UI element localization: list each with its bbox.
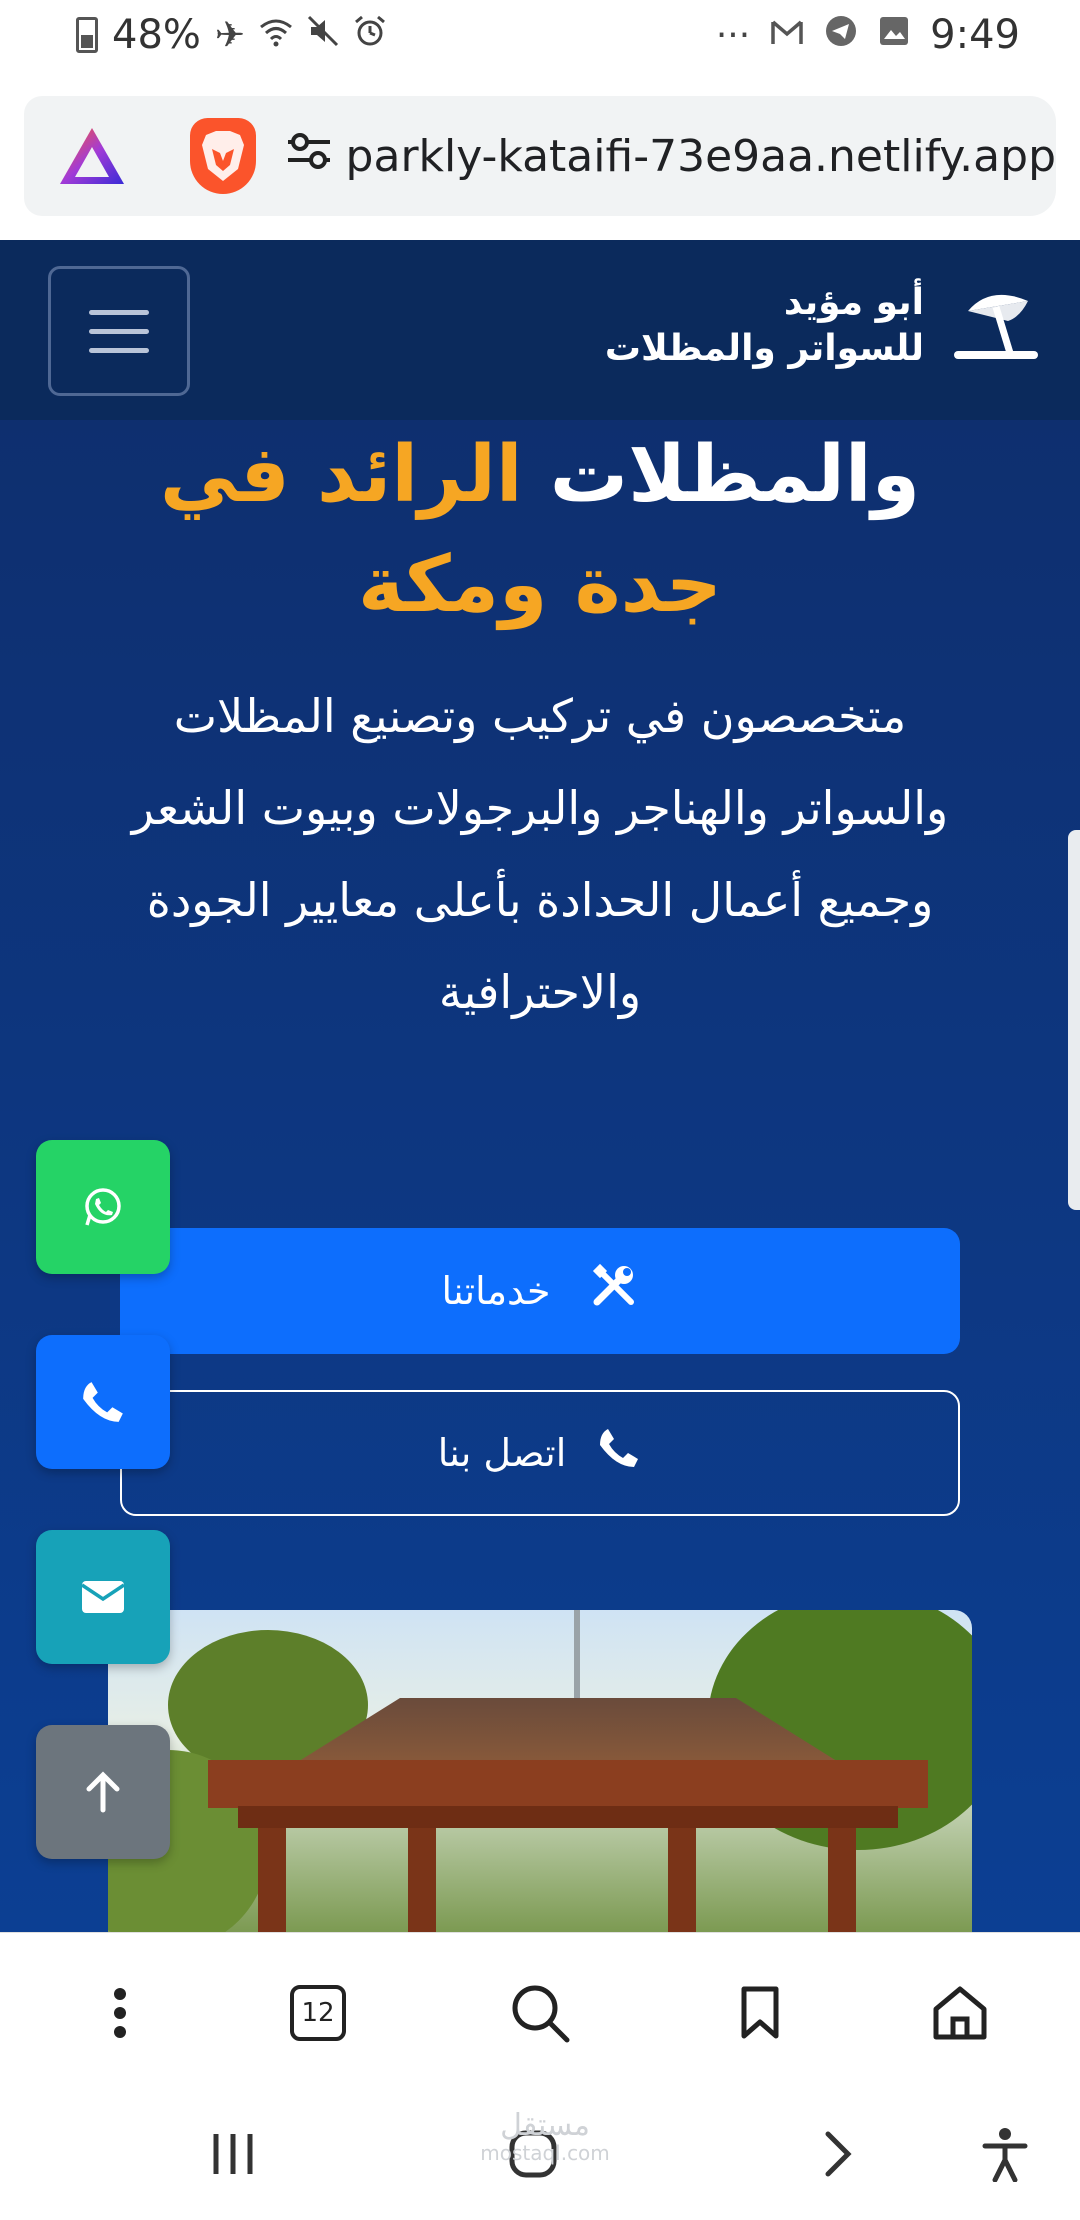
hamburger-line (89, 309, 149, 315)
status-left: 48% ✈ (76, 12, 387, 58)
hero-title-accent: الرائد في (159, 430, 523, 520)
status-right: ··· 9:49 (716, 12, 1020, 58)
envelope-icon (81, 1581, 125, 1613)
brand-name: أبو مؤيد (783, 282, 924, 323)
brave-shields-icon[interactable] (190, 118, 257, 194)
hamburger-line (89, 347, 149, 353)
bookmark-icon (741, 1986, 779, 2039)
services-button[interactable]: خدماتنا (120, 1228, 960, 1354)
search-icon (512, 1985, 570, 2043)
contact-button-label: اتصل بنا (437, 1431, 567, 1475)
accessibility-icon (982, 2128, 1028, 2182)
wifi-icon (259, 15, 293, 56)
whatsapp-button[interactable] (36, 1140, 170, 1274)
email-button[interactable] (36, 1530, 170, 1664)
brave-rewards-button[interactable] (24, 96, 160, 216)
contact-button[interactable]: اتصل بنا (120, 1390, 960, 1516)
home-button[interactable] (920, 1973, 1000, 2053)
umbrella-beach-icon (950, 281, 1040, 371)
recent-apps-button[interactable] (188, 2114, 278, 2194)
gazebo-post (408, 1828, 436, 1932)
brand-text: أبو مؤيد للسواتر والمظلات (605, 280, 924, 372)
gazebo-post (668, 1828, 696, 1932)
system-navigation-bar: مستقل mostaql.com (0, 2084, 1080, 2220)
hero-title: والمظلات الرائد في جدة ومكة (60, 420, 1020, 640)
whatsapp-icon (85, 1188, 121, 1226)
tabs-count: 12 (290, 1985, 346, 2041)
gazebo-image (108, 1610, 972, 1932)
arrow-up-icon (86, 1771, 120, 1813)
alarm-icon (353, 14, 387, 57)
gazebo-beam (238, 1806, 898, 1828)
airplane-icon: ✈ (214, 14, 246, 56)
chevron-right-icon (825, 2131, 852, 2177)
brand-tagline: للسواتر والمظلات (604, 328, 924, 369)
recents-icon (213, 2134, 253, 2174)
site-header: أبو مؤيد للسواتر والمظلات (0, 240, 1080, 420)
accessibility-button[interactable] (960, 2114, 1050, 2194)
scroll-to-top-button[interactable] (36, 1725, 170, 1859)
hamburger-line (89, 328, 149, 334)
edge-panel-handle[interactable] (1068, 830, 1080, 1210)
mute-icon (307, 15, 339, 56)
phone-icon (596, 1425, 642, 1482)
hamburger-menu-button[interactable] (48, 266, 190, 396)
watermark-logo-text: مستقل (500, 2108, 590, 2143)
hero-description: متخصصون في تركيب وتصنيع المظلات والسواتر… (131, 689, 949, 1019)
tools-icon (591, 1262, 639, 1321)
site-brand[interactable]: أبو مؤيد للسواتر والمظلات (605, 280, 1040, 372)
forward-button[interactable] (792, 2114, 882, 2194)
tabs-button[interactable]: 12 (278, 1973, 358, 2053)
site-settings-icon[interactable] (286, 131, 337, 181)
call-button[interactable] (36, 1335, 170, 1469)
battery-level: 48% (112, 12, 201, 58)
browser-bottom-toolbar: 12 (0, 1932, 1080, 2084)
brave-triangle-icon (60, 128, 124, 184)
hero-title-line1: والمظلات الرائد في (60, 420, 1020, 530)
hero-title-line2: جدة ومكة (358, 540, 722, 630)
gazebo-post (258, 1828, 286, 1932)
gallery-icon (878, 15, 910, 56)
status-time: 9:49 (930, 12, 1020, 58)
status-bar: 48% ✈ ··· 9:49 (0, 0, 1080, 80)
gmail-icon (770, 15, 804, 56)
browser-url-row: parkly-kataifi-73e9aa.netlify.app (0, 80, 1080, 240)
more-dots-icon: ··· (715, 14, 751, 56)
url-text: parkly-kataifi-73e9aa.netlify.app (345, 130, 1056, 182)
phone-icon (83, 1382, 123, 1422)
browser-menu-button[interactable] (80, 1973, 160, 2053)
more-vertical-icon (114, 1988, 126, 2038)
gazebo-post (828, 1828, 856, 1932)
services-button-label: خدماتنا (441, 1269, 551, 1313)
bookmark-button[interactable] (720, 1973, 800, 2053)
hero-title-white: والمظلات (549, 430, 921, 520)
watermark: مستقل mostaql.com (470, 2108, 620, 2165)
search-button[interactable] (500, 1973, 580, 2053)
watermark-url: mostaql.com (480, 2141, 610, 2165)
battery-icon (76, 17, 98, 53)
home-icon (933, 1986, 987, 2040)
telegram-icon (824, 14, 858, 57)
gazebo-beam (208, 1760, 928, 1808)
address-bar[interactable]: parkly-kataifi-73e9aa.netlify.app (160, 96, 1056, 216)
